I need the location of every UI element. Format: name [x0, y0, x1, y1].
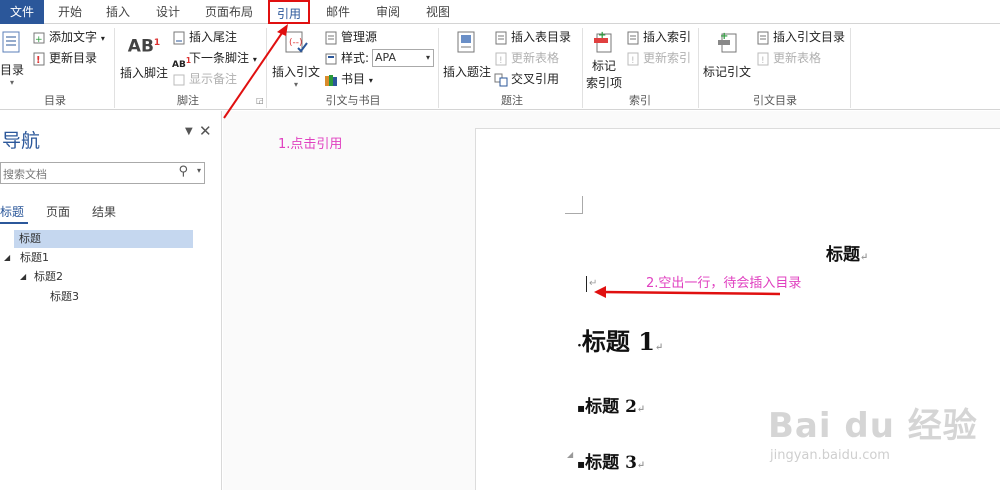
- watermark-logo: Bai du 经验: [768, 406, 978, 446]
- arrowhead-icon: [277, 24, 288, 36]
- watermark-url: jingyan.baidu.com: [770, 448, 890, 463]
- annotation-arrow-1: [223, 29, 285, 119]
- arrowhead-icon: [594, 286, 606, 298]
- annotation-arrow-2: [601, 290, 781, 296]
